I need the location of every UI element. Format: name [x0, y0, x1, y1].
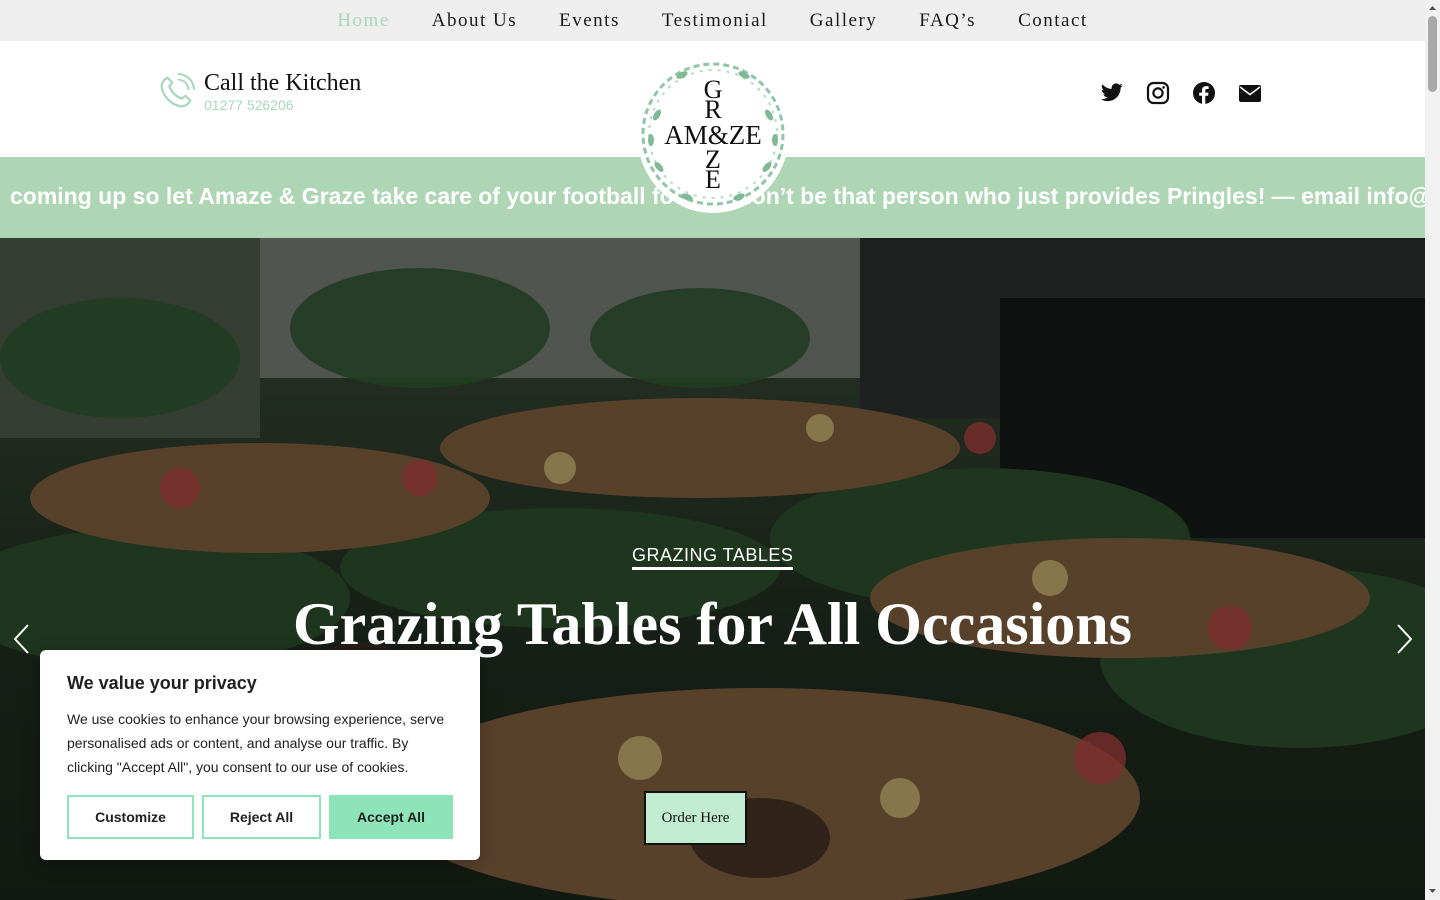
scrollbar-thumb[interactable] — [1428, 16, 1437, 92]
top-navigation: Home About Us Events Testimonial Gallery… — [0, 0, 1425, 41]
accept-all-button[interactable]: Accept All — [329, 795, 453, 839]
scroll-up-icon[interactable] — [1428, 3, 1437, 13]
site-logo[interactable]: G R AM&ZE Z E — [637, 55, 789, 213]
logo-wreath-icon: G R AM&ZE Z E — [641, 62, 785, 206]
chevron-right-icon[interactable] — [1392, 622, 1416, 656]
cookie-consent-dialog: We value your privacy We use cookies to … — [40, 650, 480, 860]
nav-testimonial[interactable]: Testimonial — [662, 10, 768, 32]
cookie-title: We value your privacy — [67, 673, 257, 693]
order-here-button[interactable]: Order Here — [644, 791, 747, 845]
cookie-text: We use cookies to enhance your browsing … — [67, 711, 445, 775]
call-number[interactable]: 01277 526206 — [204, 97, 361, 113]
nav-faqs[interactable]: FAQ’s — [919, 10, 976, 32]
call-kitchen[interactable]: Call the Kitchen 01277 526206 — [158, 69, 361, 113]
phone-icon — [160, 72, 196, 108]
logo-letter: E — [705, 165, 721, 194]
nav-about-us[interactable]: About Us — [432, 10, 517, 32]
instagram-icon[interactable] — [1146, 81, 1170, 105]
facebook-icon[interactable] — [1192, 81, 1216, 105]
hero-kicker: GRAZING TABLES — [632, 545, 794, 570]
nav-gallery[interactable]: Gallery — [810, 10, 877, 32]
twitter-icon[interactable] — [1100, 81, 1124, 105]
nav-contact[interactable]: Contact — [1018, 10, 1088, 32]
call-title: Call the Kitchen — [204, 70, 362, 96]
nav-events[interactable]: Events — [559, 10, 620, 32]
scroll-down-icon[interactable] — [1428, 886, 1437, 896]
page-scrollbar[interactable] — [1425, 0, 1440, 900]
reject-all-button[interactable]: Reject All — [202, 795, 321, 839]
customize-button[interactable]: Customize — [67, 795, 194, 839]
chevron-left-icon[interactable] — [10, 622, 34, 656]
envelope-icon[interactable] — [1238, 81, 1262, 105]
social-links — [1100, 81, 1262, 105]
hero-title: Grazing Tables for All Occasions — [293, 591, 1132, 657]
nav-home[interactable]: Home — [337, 10, 389, 32]
